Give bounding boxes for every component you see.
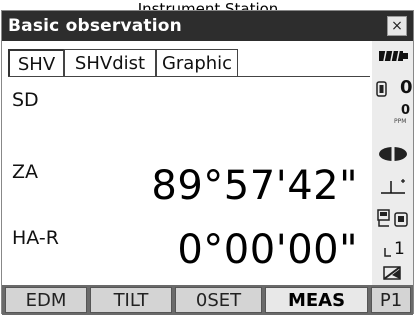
status-column: 0 0 PPM 1 — [372, 41, 413, 285]
ha-label: HA-R — [12, 227, 59, 249]
zero-set-button[interactable]: 0SET — [175, 287, 262, 313]
sd-label: SD — [12, 89, 39, 111]
face-number: 1 — [394, 239, 405, 259]
instrument-screen: Basic observation × SHV SHVdist Graphic … — [1, 10, 414, 315]
battery-icon — [379, 50, 408, 62]
softkey-bar: EDM TILT 0SET MEAS P1 — [2, 285, 413, 315]
measure-button[interactable]: MEAS — [265, 287, 368, 313]
close-button[interactable]: × — [387, 16, 407, 36]
measurement-panel: SD ZA 89°57'42" HA-R 0°00'00" — [8, 76, 370, 291]
tilt-icon — [381, 179, 405, 194]
face-icon — [384, 248, 391, 257]
tab-shv[interactable]: SHV — [8, 49, 64, 77]
target-icon — [379, 145, 407, 163]
prism-icon — [376, 81, 387, 97]
ppm-value: 0 — [401, 103, 411, 118]
communication-icon — [377, 209, 408, 227]
title-bar: Basic observation × — [2, 11, 413, 41]
tilt-button[interactable]: TILT — [90, 287, 172, 313]
prism-constant-value: 0 — [400, 77, 413, 98]
ppm-unit: PPM — [394, 118, 407, 125]
window-title: Basic observation — [8, 16, 182, 36]
za-value: 89°57'42" — [151, 163, 358, 209]
edm-button[interactable]: EDM — [5, 287, 87, 313]
tab-graphic[interactable]: Graphic — [156, 49, 238, 77]
page-one-button[interactable]: P1 — [371, 287, 411, 313]
ha-value: 0°00'00" — [177, 227, 358, 273]
tab-shvdist[interactable]: SHVdist — [64, 49, 156, 77]
za-label: ZA — [12, 161, 39, 183]
input-mode-icon — [383, 266, 401, 280]
